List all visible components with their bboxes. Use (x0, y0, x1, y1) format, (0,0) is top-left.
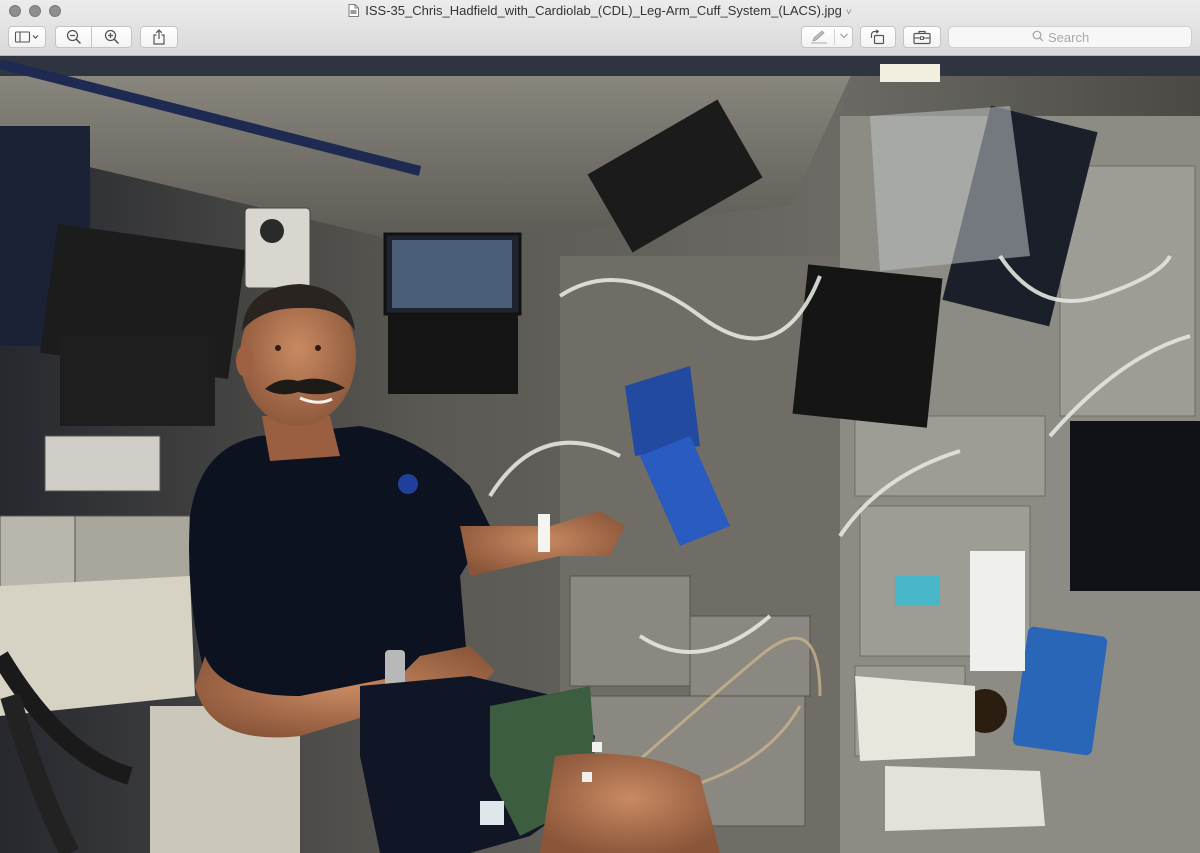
title-toolbar: ISS-35_Chris_Hadfield_with_Cardiolab_(CD… (0, 0, 1200, 56)
zoom-out-button[interactable] (55, 26, 92, 48)
station-photo (0, 56, 1200, 853)
zoom-in-icon (104, 29, 120, 45)
toolbox-icon (912, 29, 932, 45)
share-button[interactable] (140, 26, 178, 48)
share-icon (152, 29, 166, 45)
zoom-out-icon (66, 29, 82, 45)
rotate-button[interactable] (860, 26, 896, 48)
markup-pen-icon (810, 30, 828, 44)
markup-chevron-down-icon[interactable] (839, 32, 849, 40)
search-field[interactable] (948, 26, 1192, 48)
sidebar-toggle-button[interactable] (8, 26, 46, 48)
markup-divider (834, 29, 835, 45)
search-icon (1032, 30, 1044, 45)
window-title-text: ISS-35_Chris_Hadfield_with_Cardiolab_(CD… (365, 3, 842, 18)
window-title[interactable]: ISS-35_Chris_Hadfield_with_Cardiolab_(CD… (0, 3, 1200, 20)
zoom-in-button[interactable] (92, 26, 132, 48)
markup-button[interactable] (801, 26, 853, 48)
sidebar-toggle-icon (14, 31, 40, 43)
image-viewer[interactable] (0, 56, 1200, 853)
toolbox-button[interactable] (903, 26, 941, 48)
rotate-icon (869, 29, 887, 45)
title-chevron-down-icon[interactable]: ˅ (846, 7, 852, 18)
jpg-document-icon (348, 4, 360, 20)
search-input[interactable] (1044, 29, 1108, 45)
preview-window: ISS-35_Chris_Hadfield_with_Cardiolab_(CD… (0, 0, 1200, 853)
